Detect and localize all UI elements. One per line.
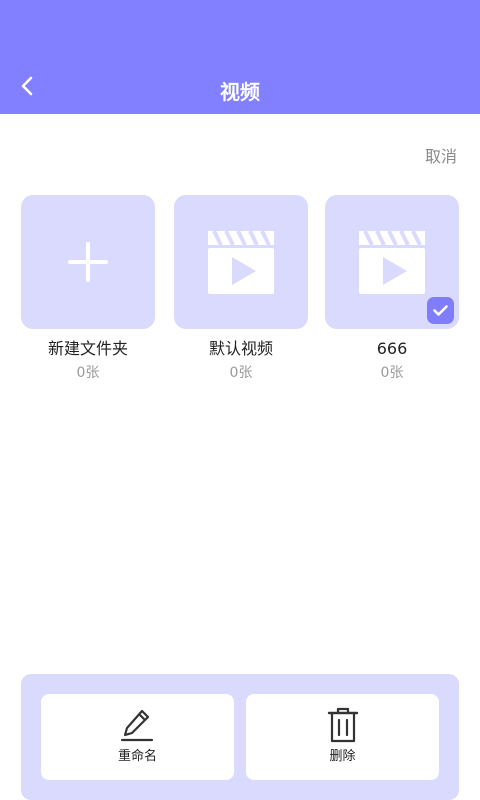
page-title: 视频 bbox=[220, 80, 260, 104]
folder-tile-666[interactable] bbox=[325, 195, 459, 329]
folder-count: 0张 bbox=[229, 365, 253, 381]
checkmark-icon bbox=[433, 305, 448, 316]
rename-label: 重命名 bbox=[117, 749, 157, 764]
folder-name: 默认视频 bbox=[208, 339, 273, 358]
delete-button[interactable]: 删除 bbox=[246, 694, 439, 780]
folder-name: 666 bbox=[376, 339, 408, 358]
video-clapper-icon bbox=[208, 230, 274, 294]
pencil-icon bbox=[120, 709, 154, 742]
app-header: 视频 bbox=[0, 0, 480, 114]
cancel-button[interactable]: 取消 bbox=[425, 146, 457, 168]
new-folder-tile[interactable] bbox=[21, 195, 155, 329]
folder-tile-default-video[interactable] bbox=[174, 195, 308, 329]
folder-count: 0张 bbox=[380, 365, 404, 381]
rename-button[interactable]: 重命名 bbox=[41, 694, 234, 780]
trash-icon bbox=[327, 707, 359, 743]
plus-icon bbox=[68, 242, 108, 282]
folder-count: 0张 bbox=[76, 365, 100, 381]
selected-checkbox[interactable] bbox=[427, 297, 454, 324]
delete-label: 删除 bbox=[329, 749, 356, 764]
action-panel: 重命名 删除 bbox=[21, 674, 459, 800]
folder-name: 新建文件夹 bbox=[47, 339, 128, 358]
